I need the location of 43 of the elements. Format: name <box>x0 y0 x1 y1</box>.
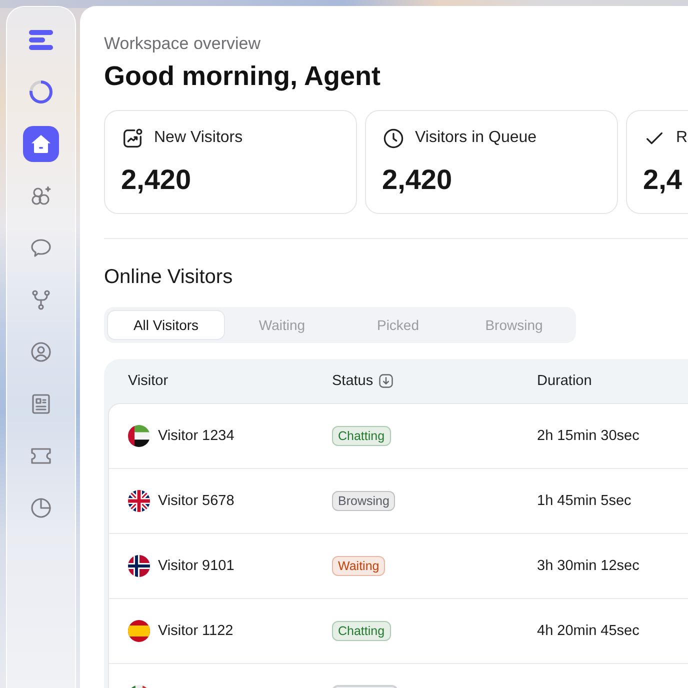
greeting-heading: Good morning, Agent <box>104 60 382 93</box>
stat-value: 2,420 <box>382 163 454 197</box>
status-badge: Browsing <box>332 491 396 511</box>
filter-tab[interactable]: Waiting <box>224 311 340 339</box>
duration-text: 3h 30min 12sec <box>537 558 640 574</box>
stat-label: R <box>676 129 688 147</box>
stat-value: 2,420 <box>121 163 192 197</box>
duration-text: 1h 45min 5sec <box>537 493 632 509</box>
logo-icon <box>29 30 53 50</box>
visitor-name: Visitor 5678 <box>158 493 234 509</box>
flag-icon <box>128 490 150 512</box>
status-badge: Chatting <box>332 621 391 641</box>
status-badge: Chatting <box>332 426 391 446</box>
page-subtitle: Workspace overview <box>104 33 262 55</box>
stat-value: 2,4 <box>643 163 683 197</box>
stat-label: Visitors in Queue <box>415 129 537 147</box>
visitor-name: Visitor 9101 <box>158 558 234 574</box>
clock-icon <box>382 126 405 150</box>
section-title: Online Visitors <box>104 265 234 289</box>
filter-tab[interactable]: Browsing <box>456 311 572 339</box>
trend-chart-icon <box>121 126 144 150</box>
filter-tab[interactable]: All Visitors <box>108 311 224 339</box>
duration-text: 2h 15min 30sec <box>537 428 640 444</box>
document-icon <box>29 392 53 416</box>
user-icon <box>29 340 53 364</box>
column-header: Visitor <box>128 373 168 389</box>
pie-chart-icon <box>29 496 53 520</box>
column-header: Duration <box>537 373 592 389</box>
chat-bubble-icon <box>29 236 53 260</box>
flag-icon <box>128 620 150 642</box>
filter-tab[interactable]: Picked <box>340 311 456 339</box>
column-header: Status <box>332 373 374 389</box>
nav-button[interactable] <box>23 126 59 162</box>
home-icon <box>30 133 52 155</box>
flag-icon <box>128 555 150 577</box>
stat-label: New Visitors <box>154 129 243 147</box>
visitor-name: Visitor 1122 <box>158 623 234 639</box>
duration-text: 4h 20min 45sec <box>537 623 640 639</box>
sort-icon[interactable] <box>379 374 394 388</box>
status-badge: Waiting <box>332 556 386 576</box>
progress-ring-icon <box>29 80 53 104</box>
flag-icon <box>128 425 150 447</box>
visitor-name: Visitor 1234 <box>158 428 234 444</box>
